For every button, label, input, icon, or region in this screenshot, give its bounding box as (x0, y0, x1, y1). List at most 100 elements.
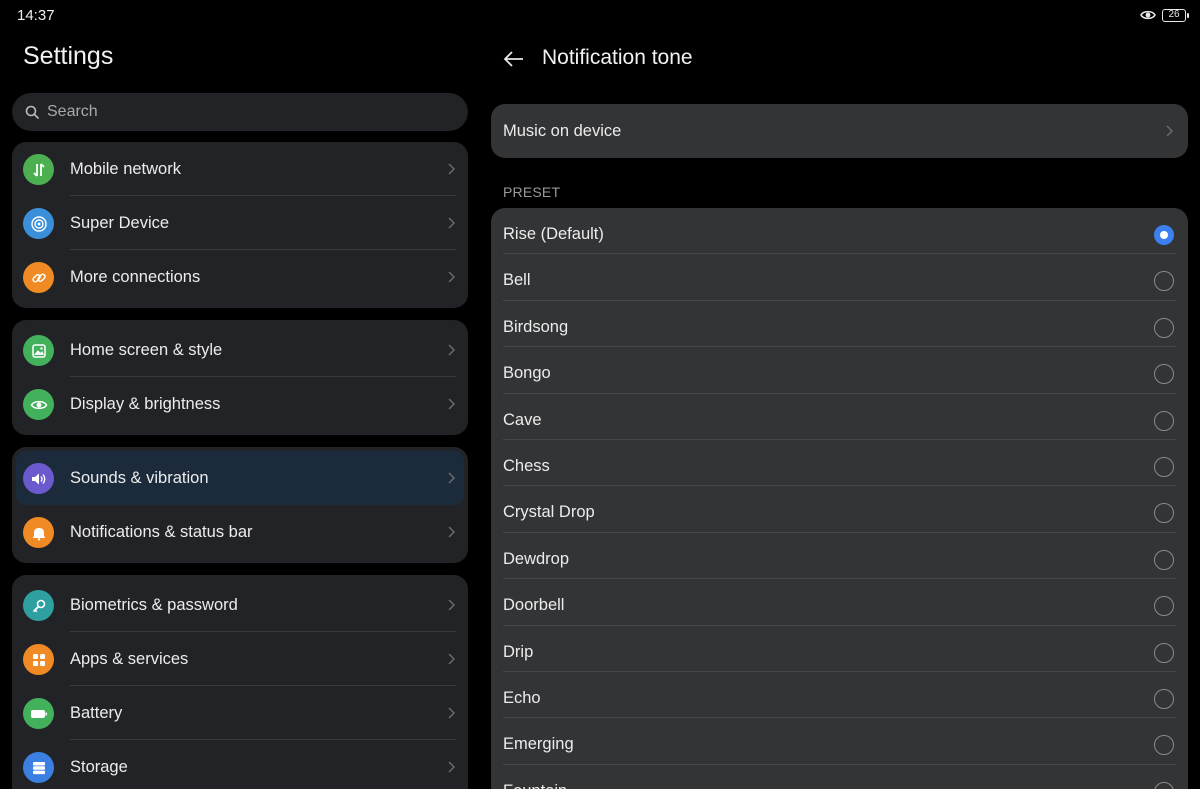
chevron-right-icon (447, 270, 456, 284)
settings-pane: Settings Mobile network Super Device (0, 0, 480, 789)
sidebar-item-label: Notifications & status bar (70, 522, 253, 541)
chevron-right-icon (447, 162, 456, 176)
tone-label: Doorbell (503, 596, 565, 615)
tone-option[interactable]: Cave (491, 394, 1188, 440)
tone-option[interactable]: Emerging (491, 718, 1188, 765)
settings-group-display: Home screen & style Display & brightness (12, 320, 468, 435)
sidebar-item-battery[interactable]: Battery (12, 686, 468, 740)
sidebar-item-label: Display & brightness (70, 394, 221, 413)
chevron-right-icon (447, 397, 456, 411)
speaker-icon (23, 463, 54, 494)
battery-icon (23, 698, 54, 729)
super-device-icon (23, 208, 54, 239)
chevron-right-icon (447, 760, 456, 774)
sidebar-item-notifications[interactable]: Notifications & status bar (12, 505, 468, 559)
settings-group-connectivity: Mobile network Super Device More connect… (12, 142, 468, 308)
sidebar-item-mobile-network[interactable]: Mobile network (12, 142, 468, 196)
tone-label: Fountain (503, 782, 567, 789)
sidebar-item-storage[interactable]: Storage (12, 740, 468, 789)
image-icon (23, 335, 54, 366)
chevron-right-icon (447, 343, 456, 357)
sidebar-item-biometrics[interactable]: Biometrics & password (12, 578, 468, 632)
music-on-device-label: Music on device (503, 122, 622, 140)
eye-icon (23, 389, 54, 420)
sidebar-item-label: Biometrics & password (70, 595, 238, 614)
settings-group-security-apps: Biometrics & password Apps & services Ba… (12, 575, 468, 789)
chevron-right-icon (447, 471, 456, 485)
chevron-right-icon (447, 706, 456, 720)
storage-icon (23, 752, 54, 783)
tone-label: Echo (503, 688, 541, 707)
tone-option[interactable]: Crystal Drop (491, 486, 1188, 533)
tone-label: Emerging (503, 735, 574, 754)
back-arrow-icon[interactable] (502, 47, 526, 71)
radio-button[interactable] (1154, 456, 1174, 477)
sidebar-item-label: Battery (70, 703, 123, 722)
tone-label: Rise (Default) (503, 225, 604, 243)
radio-button[interactable] (1154, 410, 1174, 431)
notification-tone-pane: Notification tone Music on device PRESET… (480, 0, 1200, 789)
tone-label: Bell (503, 271, 531, 290)
sidebar-item-more-connections[interactable]: More connections (12, 250, 468, 304)
sidebar-item-display-brightness[interactable]: Display & brightness (12, 377, 468, 431)
sidebar-item-super-device[interactable]: Super Device (12, 196, 468, 250)
section-header-preset: PRESET (503, 184, 561, 200)
key-icon (23, 590, 54, 621)
sidebar-item-apps-services[interactable]: Apps & services (12, 632, 468, 686)
sidebar-item-label: Mobile network (70, 159, 181, 178)
search-icon (25, 105, 39, 119)
tone-option[interactable]: Echo (491, 672, 1188, 719)
tone-option[interactable]: Dewdrop (491, 533, 1188, 580)
search-input[interactable] (47, 103, 427, 121)
mobile-network-icon (23, 154, 54, 185)
tone-label: Chess (503, 456, 550, 475)
tone-option[interactable]: Birdsong (491, 301, 1188, 348)
sidebar-item-sounds-vibration[interactable]: Sounds & vibration (16, 451, 464, 505)
detail-title: Notification tone (542, 46, 693, 69)
tone-option[interactable]: Doorbell (491, 579, 1188, 626)
radio-button[interactable] (1154, 364, 1174, 385)
search-bar[interactable] (12, 93, 468, 131)
link-icon (23, 262, 54, 293)
chevron-right-icon (447, 652, 456, 666)
tone-label: Dewdrop (503, 549, 570, 568)
radio-selected[interactable] (1154, 225, 1174, 245)
tone-option[interactable]: Drip (491, 626, 1188, 672)
sidebar-item-label: Home screen & style (70, 340, 223, 359)
radio-button[interactable] (1154, 317, 1174, 338)
tone-label: Cave (503, 410, 542, 429)
settings-group-sound: Sounds & vibration Notifications & statu… (12, 447, 468, 563)
chevron-right-icon (1165, 124, 1174, 138)
tone-option[interactable]: Bell (491, 254, 1188, 301)
sidebar-item-label: More connections (70, 267, 201, 286)
sidebar-item-home-screen[interactable]: Home screen & style (12, 323, 468, 377)
tone-label: Bongo (503, 364, 551, 383)
tone-option[interactable]: Fountain (491, 765, 1188, 789)
radio-button[interactable] (1154, 642, 1174, 663)
radio-button[interactable] (1154, 688, 1174, 709)
tone-label: Drip (503, 642, 534, 661)
radio-button[interactable] (1154, 735, 1174, 756)
chevron-right-icon (447, 525, 456, 539)
chevron-right-icon (447, 216, 456, 230)
radio-button[interactable] (1154, 271, 1174, 292)
chevron-right-icon (447, 598, 456, 612)
sidebar-item-label: Sounds & vibration (70, 468, 209, 487)
bell-icon (23, 517, 54, 548)
tone-option[interactable]: Bongo (491, 347, 1188, 394)
sidebar-item-label: Apps & services (70, 649, 189, 668)
tone-option[interactable]: Chess (491, 440, 1188, 487)
apps-grid-icon (23, 644, 54, 675)
sidebar-item-label: Storage (70, 757, 128, 776)
radio-button[interactable] (1154, 596, 1174, 617)
radio-button[interactable] (1154, 781, 1174, 789)
sidebar-item-label: Super Device (70, 213, 170, 232)
tone-label: Crystal Drop (503, 503, 595, 522)
page-title: Settings (23, 42, 114, 70)
tone-option[interactable]: Rise (Default) (491, 208, 1188, 255)
radio-button[interactable] (1154, 503, 1174, 524)
tone-label: Birdsong (503, 317, 569, 336)
radio-button[interactable] (1154, 549, 1174, 570)
preset-tone-list: Rise (Default) Bell Birdsong Bongo Cave Chess… (491, 208, 1188, 789)
music-on-device-button[interactable]: Music on device (491, 104, 1188, 158)
